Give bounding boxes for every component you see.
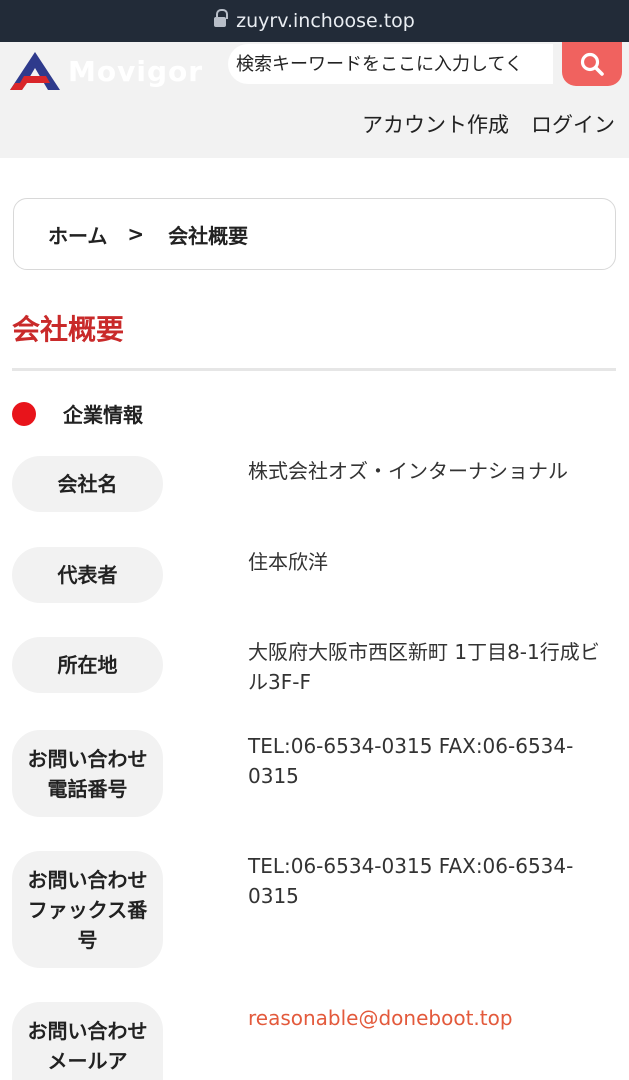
search-input[interactable] [228, 44, 553, 84]
address-value: 大阪府大阪市西区新町 1丁目8-1行成ビル3F-F [248, 640, 600, 694]
browser-url-bar[interactable]: zuyrv.inchoose.top [0, 0, 629, 42]
breadcrumb-separator: > [127, 222, 145, 246]
contact-email-link[interactable]: reasonable@doneboot.top [248, 1003, 618, 1033]
breadcrumb: ホーム > 会社概要 [13, 198, 616, 270]
address-label: 所在地 [12, 637, 163, 693]
breadcrumb-current: 会社概要 [168, 223, 249, 248]
login-link[interactable]: ログイン [531, 109, 615, 139]
section-heading: 企業情報 [12, 399, 143, 428]
search-icon [580, 52, 604, 76]
create-account-link[interactable]: アカウント作成 [362, 109, 509, 139]
contact-phone-value: TEL:06-6534-0315 FAX:06-6534-0315 [248, 734, 574, 788]
url-text: zuyrv.inchoose.top [236, 10, 415, 32]
search-button[interactable] [562, 42, 622, 86]
site-header: Movigor アカウント作成 ログイン [0, 42, 629, 158]
logo-mark-icon [10, 52, 60, 90]
title-divider [12, 368, 616, 371]
contact-email-label: お問い合わせメールア [12, 1002, 163, 1080]
lock-icon [214, 9, 229, 29]
breadcrumb-home[interactable]: ホーム [48, 220, 107, 249]
page-title: 会社概要 [12, 313, 125, 346]
contact-fax-label: お問い合わせファックス番号 [12, 851, 163, 968]
header-links: アカウント作成 ログイン [362, 109, 615, 139]
search-box [228, 44, 553, 84]
logo-text: Movigor [68, 54, 204, 88]
contact-fax-value: TEL:06-6534-0315 FAX:06-6534-0315 [248, 854, 574, 908]
company-name-value: 株式会社オズ・インターナショナル [248, 459, 568, 483]
section-label: 企業情報 [63, 403, 143, 427]
site-logo[interactable]: Movigor [10, 50, 203, 92]
company-name-label: 会社名 [12, 456, 163, 512]
representative-value: 住本欣洋 [248, 550, 328, 574]
contact-phone-label: お問い合わせ電話番号 [12, 730, 163, 817]
representative-label: 代表者 [12, 547, 163, 603]
red-dot-icon [12, 401, 36, 426]
